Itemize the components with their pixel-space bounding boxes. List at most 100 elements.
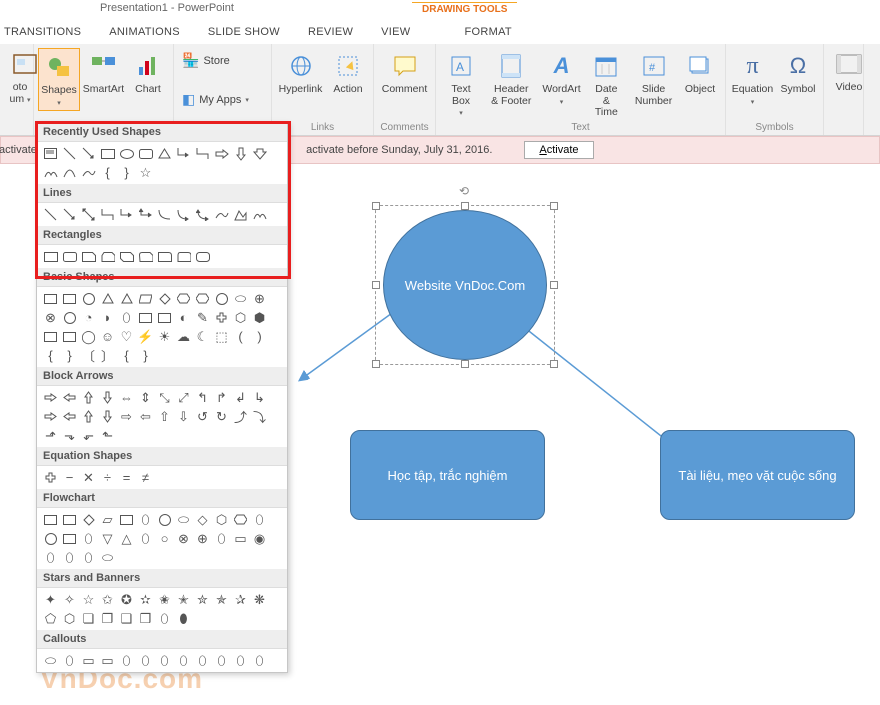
shape-item[interactable]: ❐ [98, 609, 117, 628]
shape-item[interactable]: ⇧ [155, 407, 174, 426]
shape-item[interactable]: ↺ [193, 407, 212, 426]
shape-item[interactable]: ⬯ [136, 510, 155, 529]
shape-item[interactable] [41, 529, 60, 548]
shape-round2diag[interactable] [193, 247, 212, 266]
hyperlink-button[interactable]: Hyperlink [276, 48, 325, 98]
shape-left-rect[interactable]: Học tập, trắc nghiệm [350, 430, 545, 520]
shape-item[interactable]: ≠ [136, 468, 155, 487]
shape-item[interactable]: △ [117, 529, 136, 548]
shape-item[interactable] [136, 289, 155, 308]
shape-elbow[interactable] [193, 144, 212, 163]
shape-item[interactable]: ☀ [155, 327, 174, 346]
shape-item[interactable]: ⬡ [212, 510, 231, 529]
store-button[interactable]: 🏪 Store [178, 50, 267, 71]
shape-triangle[interactable] [155, 144, 174, 163]
shape-item[interactable]: ⬯ [117, 651, 136, 670]
shape-item[interactable] [98, 289, 117, 308]
shape-line-arrow[interactable] [79, 144, 98, 163]
shape-item[interactable] [60, 388, 79, 407]
shape-item[interactable]: ⬚ [212, 327, 231, 346]
shape-snipround[interactable] [136, 247, 155, 266]
shape-item[interactable]: ✰ [231, 590, 250, 609]
shape-round2same[interactable] [174, 247, 193, 266]
shape-item[interactable] [193, 289, 212, 308]
shape-item[interactable]: ⬮ [174, 609, 193, 628]
tab-transitions[interactable]: TRANSITIONS [0, 22, 95, 42]
shape-freeform-curve[interactable] [212, 205, 231, 224]
shape-item[interactable]: ☆ [79, 590, 98, 609]
shape-item[interactable]: ⤢ [174, 388, 193, 407]
comment-button[interactable]: Comment [378, 48, 431, 98]
shape-curve-conn[interactable] [155, 205, 174, 224]
resize-handle[interactable] [550, 202, 558, 210]
shape-item[interactable]: ⤡ [155, 388, 174, 407]
shape-rect[interactable] [41, 247, 60, 266]
resize-handle[interactable] [372, 281, 380, 289]
shape-item[interactable]: ) [250, 327, 269, 346]
shape-item[interactable]: ⤴ [231, 407, 250, 426]
shape-item[interactable]: ⇦ [136, 407, 155, 426]
shapes-button[interactable]: Shapes▾ [38, 48, 80, 111]
shape-item[interactable]: ⇨ [117, 407, 136, 426]
shape-item[interactable]: ⚡ [136, 327, 155, 346]
slide-number-button[interactable]: # Slide Number [630, 48, 677, 109]
shape-item[interactable] [174, 289, 193, 308]
shape-freeform[interactable] [231, 205, 250, 224]
shape-item[interactable] [79, 289, 98, 308]
object-button[interactable]: Object [679, 48, 721, 98]
slide-canvas[interactable]: ⟲ Website VnDoc.Com Học tập, trắc nghiệm… [290, 165, 880, 705]
shape-arrow-right[interactable] [212, 144, 231, 163]
resize-handle[interactable] [372, 360, 380, 368]
smartart-button[interactable]: SmartArt [82, 48, 125, 98]
rotate-handle[interactable]: ⟲ [459, 184, 471, 196]
shape-item[interactable]: 〔 [79, 346, 98, 365]
shape-elbow-arrow[interactable] [117, 205, 136, 224]
shapes-dropdown[interactable]: Recently Used Shapes { } ☆ Lines Re [36, 122, 288, 673]
shape-item[interactable]: ▭ [98, 651, 117, 670]
shape-elbow-dbl[interactable] [136, 205, 155, 224]
chart-button[interactable]: Chart [127, 48, 169, 98]
shape-line-dblarrow[interactable] [79, 205, 98, 224]
shape-item[interactable]: ❑ [117, 609, 136, 628]
shape-item[interactable] [212, 289, 231, 308]
shape-item[interactable]: ✧ [60, 590, 79, 609]
shape-item[interactable]: } [60, 346, 79, 365]
shape-item[interactable]: ⬯ [155, 609, 174, 628]
shape-item[interactable]: ✦ [41, 590, 60, 609]
shape-item[interactable]: ◐ [174, 308, 193, 327]
wordart-button[interactable]: A WordArt▾ [541, 48, 583, 109]
shape-roundrect[interactable] [136, 144, 155, 163]
shape-rect[interactable] [98, 144, 117, 163]
text-box-button[interactable]: A Text Box▾ [440, 48, 482, 121]
shape-item[interactable] [136, 308, 155, 327]
shape-item[interactable]: ⊗ [174, 529, 193, 548]
shape-item[interactable] [60, 289, 79, 308]
shape-item[interactable]: ✫ [136, 590, 155, 609]
shape-item[interactable]: ⊕ [193, 529, 212, 548]
shape-item[interactable] [60, 327, 79, 346]
shape-item[interactable]: ◔ [79, 308, 98, 327]
shape-curve[interactable] [79, 163, 98, 182]
shape-item[interactable]: ▱ [98, 510, 117, 529]
resize-handle[interactable] [461, 202, 469, 210]
shape-item[interactable]: ⬎ [60, 426, 79, 445]
shape-item[interactable]: ⬯ [60, 651, 79, 670]
shape-scribble[interactable] [250, 205, 269, 224]
shape-item[interactable]: ⬐ [79, 426, 98, 445]
shape-item[interactable]: ⊗ [41, 308, 60, 327]
resize-handle[interactable] [372, 202, 380, 210]
shape-item[interactable]: ▭ [231, 529, 250, 548]
shape-item[interactable]: ⬢ [250, 308, 269, 327]
shape-arc[interactable] [60, 163, 79, 182]
shape-item[interactable]: ⬯ [250, 651, 269, 670]
shape-snip2same[interactable] [98, 247, 117, 266]
tab-view[interactable]: VIEW [367, 22, 424, 42]
shape-item[interactable]: ☾ [193, 327, 212, 346]
shape-item[interactable] [41, 510, 60, 529]
shape-item[interactable] [79, 510, 98, 529]
shape-item[interactable]: ✪ [117, 590, 136, 609]
date-time-button[interactable]: Date & Time [585, 48, 629, 121]
shape-item[interactable]: ✬ [155, 590, 174, 609]
shape-item[interactable] [41, 388, 60, 407]
shape-item[interactable]: ▽ [98, 529, 117, 548]
